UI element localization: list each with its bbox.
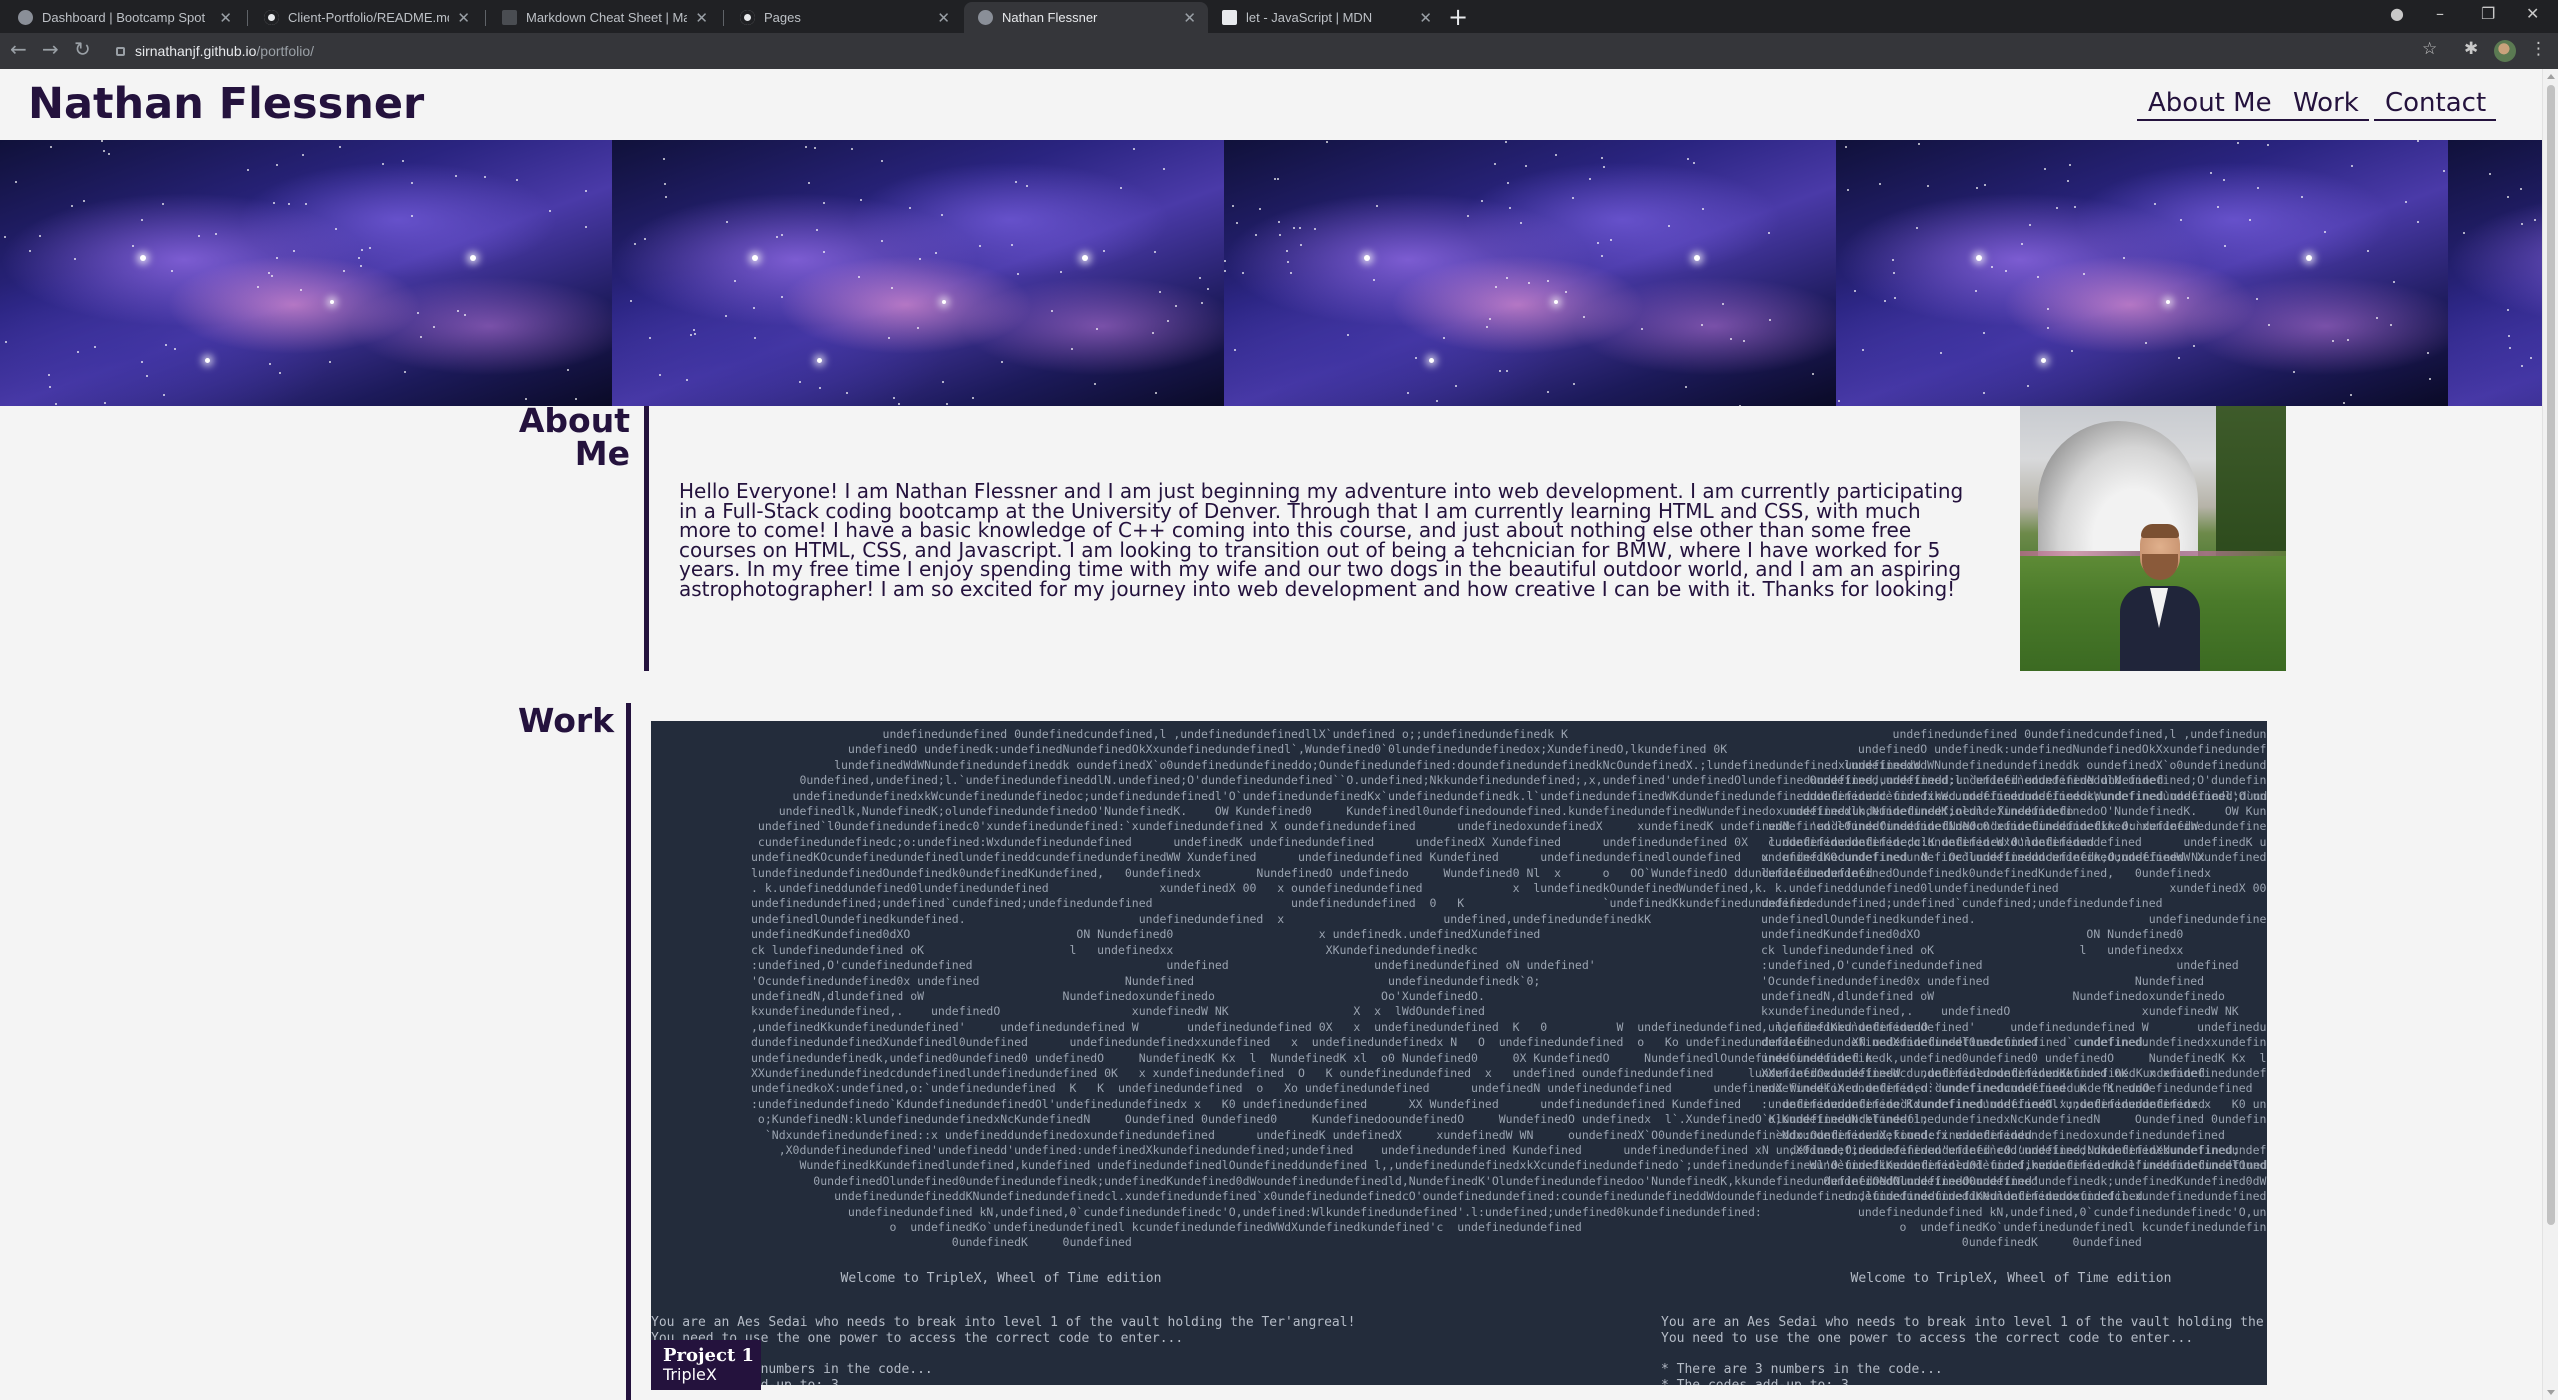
tab-title: Nathan Flessner (1002, 10, 1098, 25)
section-divider-bar (644, 406, 649, 671)
terminal-rules: * There are 3 numbers in the code... * T… (1661, 1362, 1943, 1385)
tab-divider (485, 10, 486, 26)
close-icon[interactable]: ✕ (937, 9, 950, 27)
address-bar-area: ← → ↻ sirnathanjf.github.io/portfolio/ ☆… (0, 33, 2558, 69)
url-path: /portfolio/ (256, 43, 315, 59)
url-field[interactable]: sirnathanjf.github.io/portfolio/ (116, 40, 2426, 62)
close-icon[interactable]: ✕ (457, 9, 470, 27)
galaxy-image (1224, 140, 1836, 406)
mdn-icon (1222, 10, 1237, 25)
tab-title: Markdown Cheat Sheet | Markdo (526, 10, 688, 25)
terminal-welcome: Welcome to TripleX, Wheel of Time editio… (1850, 1271, 2172, 1286)
close-icon[interactable]: ✕ (1419, 9, 1432, 27)
browser-tab-strip: Dashboard | Bootcamp Spot ✕ Client-Portf… (0, 0, 2558, 33)
back-icon[interactable]: ← (10, 37, 27, 61)
galaxy-image (1836, 140, 2448, 406)
forward-icon[interactable]: → (42, 37, 59, 61)
about-me-text: Hello Everyone! I am Nathan Flessner and… (679, 479, 1964, 601)
tab-title: let - JavaScript | MDN (1246, 10, 1373, 25)
close-icon[interactable]: ✕ (1183, 9, 1196, 27)
ascii-art: undefinedundefined 0undefinedcundefined,… (1761, 727, 2267, 1250)
tab-client-portfolio[interactable]: Client-Portfolio/README.md at m ✕ (250, 2, 482, 33)
tab-search-icon[interactable]: ● (2390, 4, 2404, 23)
close-window-icon[interactable]: ✕ (2526, 4, 2539, 23)
site-header: Nathan Flessner About Me Work Contact (0, 69, 2542, 140)
tab-divider (247, 10, 248, 26)
scroll-up-icon[interactable] (2547, 74, 2555, 79)
terminal-screenshot: undefinedundefined 0undefinedcundefined,… (1661, 721, 2267, 1385)
hero-banner-galaxy (0, 140, 2542, 406)
reload-icon[interactable]: ↻ (74, 37, 91, 61)
work-heading: Work (518, 701, 615, 740)
project-label[interactable]: Project 1 TripleX (651, 1340, 761, 1390)
profile-avatar[interactable] (2494, 40, 2516, 62)
github-icon (740, 10, 755, 25)
tab-mdn-let[interactable]: let - JavaScript | MDN ✕ (1208, 2, 1444, 33)
nav-link-work[interactable]: Work (2282, 87, 2369, 121)
url-domain: sirnathanjf.github.io (135, 43, 257, 59)
site-title: Nathan Flessner (28, 79, 425, 129)
nav-link-about-me[interactable]: About Me (2137, 87, 2282, 121)
menu-icon[interactable]: ⋮ (2530, 39, 2547, 59)
lock-icon (116, 46, 125, 56)
nav-link-contact[interactable]: Contact (2374, 87, 2497, 121)
close-icon[interactable]: ✕ (695, 9, 708, 27)
globe-icon (978, 10, 993, 25)
project-card-triplex[interactable]: undefinedundefined 0undefinedcundefined,… (651, 721, 2267, 1385)
tab-pages[interactable]: Pages ✕ (726, 2, 962, 33)
restore-icon[interactable]: ❐ (2481, 4, 2495, 23)
project-subtitle: TripleX (663, 1365, 717, 1384)
tab-nathan-flessner[interactable]: Nathan Flessner ✕ (964, 2, 1208, 33)
galaxy-image (2448, 140, 2542, 406)
minimize-icon[interactable]: – (2436, 4, 2444, 23)
terminal-screenshot: undefinedundefined 0undefinedcundefined,… (651, 721, 2267, 1385)
globe-icon (18, 10, 33, 25)
bookmark-star-icon[interactable]: ☆ (2422, 39, 2437, 59)
new-tab-button[interactable]: + (1448, 3, 1468, 31)
scroll-down-icon[interactable] (2547, 1390, 2555, 1395)
page-scrollbar[interactable] (2542, 69, 2558, 1400)
github-icon (264, 10, 279, 25)
extensions-icon[interactable]: ✱ (2464, 39, 2478, 59)
markdown-icon (502, 10, 517, 25)
tab-title: Pages (764, 10, 801, 25)
trees (2216, 406, 2286, 566)
tab-title: Dashboard | Bootcamp Spot (42, 10, 206, 25)
tab-markdown-cheat-sheet[interactable]: Markdown Cheat Sheet | Markdo ✕ (488, 2, 720, 33)
portfolio-page: Nathan Flessner About Me Work Contact Ab… (0, 69, 2542, 1400)
galaxy-image (0, 140, 612, 406)
profile-photo (2020, 406, 2286, 671)
tab-title: Client-Portfolio/README.md at m (288, 10, 450, 25)
tab-divider (723, 10, 724, 26)
tab-dashboard[interactable]: Dashboard | Bootcamp Spot ✕ (4, 2, 244, 33)
terminal-welcome: Welcome to TripleX, Wheel of Time editio… (840, 1271, 1162, 1286)
close-icon[interactable]: ✕ (219, 9, 232, 27)
project-title: Project 1 (663, 1345, 755, 1366)
about-me-heading: About Me (518, 401, 630, 473)
terminal-intro: You are an Aes Sedai who needs to break … (1661, 1315, 2264, 1346)
section-divider-bar (626, 703, 631, 1400)
scrollbar-thumb[interactable] (2547, 85, 2555, 1225)
galaxy-image (612, 140, 1224, 406)
person-hair (2141, 524, 2179, 538)
